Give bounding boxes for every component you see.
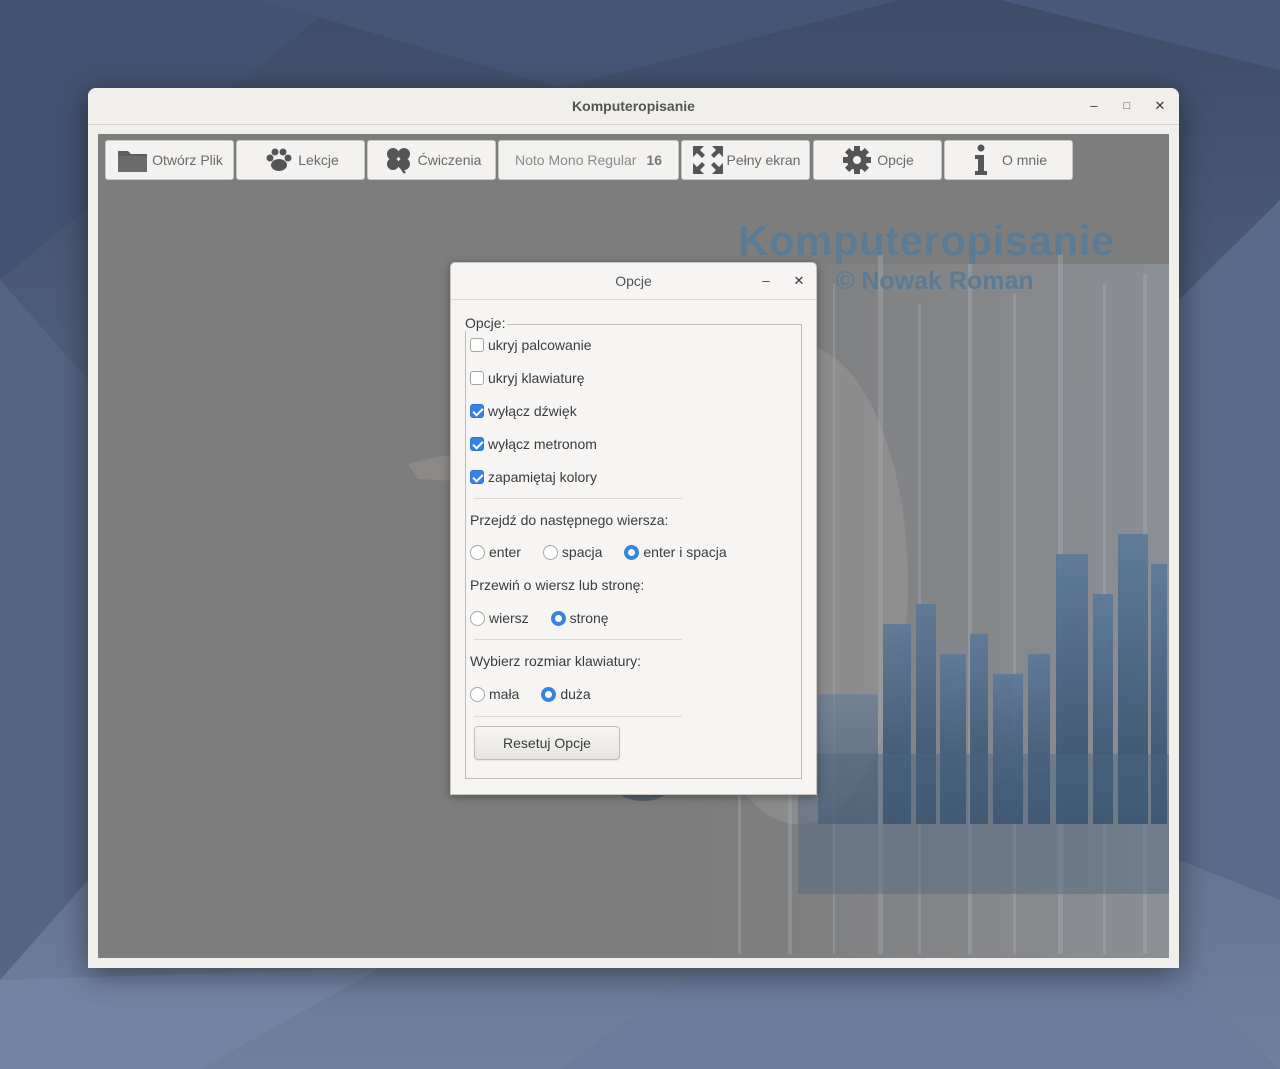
checkbox-hide-keyboard[interactable]: ukryj klawiaturę xyxy=(470,370,584,386)
separator xyxy=(474,498,682,499)
info-icon xyxy=(970,143,990,177)
paw-icon xyxy=(262,146,296,174)
radio-label: enter xyxy=(489,544,521,560)
separator xyxy=(474,639,682,640)
radio-label: enter i spacja xyxy=(643,544,727,560)
radio-button[interactable] xyxy=(541,686,557,702)
fullscreen-label: Pełny ekran xyxy=(726,152,801,168)
open-file-label: Otwórz Plik xyxy=(152,152,223,168)
brand-author: © Nowak Roman xyxy=(836,267,1034,295)
lessons-button[interactable]: Lekcje xyxy=(236,140,365,180)
options-group-label: Opcje: xyxy=(465,315,508,331)
options-group: ukryj palcowanie ukryj klawiaturę wyłącz… xyxy=(465,324,802,779)
checkbox-disable-metronome[interactable]: wyłącz metronom xyxy=(470,436,597,452)
radio-enter[interactable]: enter xyxy=(470,544,521,560)
radio-space[interactable]: spacja xyxy=(542,544,603,560)
exercises-label: Ćwiczenia xyxy=(417,152,482,168)
window-titlebar[interactable]: Komputeropisanie – □ ✕ xyxy=(88,88,1179,125)
keyboard-size-radio-group: mała duża xyxy=(470,686,609,702)
radio-label: spacja xyxy=(561,544,603,560)
fullscreen-icon xyxy=(691,144,725,176)
about-label: O mnie xyxy=(1001,152,1048,168)
folder-icon xyxy=(116,146,150,174)
next-line-radio-group: enter spacja enter i spacja xyxy=(470,544,745,560)
checkbox[interactable] xyxy=(470,404,484,418)
radio-button[interactable] xyxy=(470,544,485,560)
checkbox-remember-colors[interactable]: zapamiętaj kolory xyxy=(470,469,597,485)
radio-enter-and-space[interactable]: enter i spacja xyxy=(624,544,727,560)
dialog-close-button[interactable]: ✕ xyxy=(790,272,808,290)
gear-icon xyxy=(841,145,875,175)
radio-button[interactable] xyxy=(550,610,566,626)
font-size: 16 xyxy=(646,152,662,168)
font-name: Noto Mono Regular xyxy=(515,152,637,168)
separator xyxy=(474,716,682,717)
open-file-button[interactable]: Otwórz Plik xyxy=(105,140,234,180)
maximize-button[interactable]: □ xyxy=(1118,97,1136,115)
checkbox[interactable] xyxy=(470,371,484,385)
next-line-label: Przejdź do następnego wiersza: xyxy=(470,512,669,528)
radio-line[interactable]: wiersz xyxy=(470,610,529,626)
close-button[interactable]: ✕ xyxy=(1151,97,1169,115)
options-button[interactable]: Opcje xyxy=(813,140,942,180)
clover-icon xyxy=(382,145,416,175)
lessons-label: Lekcje xyxy=(298,152,339,168)
options-dialog: Opcje – ✕ ukryj palcowanie ukryj klawiat… xyxy=(450,262,817,795)
exercises-button[interactable]: Ćwiczenia xyxy=(367,140,496,180)
checkbox[interactable] xyxy=(470,470,484,484)
dialog-titlebar[interactable]: Opcje – ✕ xyxy=(451,263,816,300)
radio-label: wiersz xyxy=(489,610,529,626)
radio-button[interactable] xyxy=(470,610,485,626)
checkbox-label: ukryj palcowanie xyxy=(488,337,592,353)
radio-label: mała xyxy=(489,686,520,702)
radio-label: duża xyxy=(560,686,591,702)
scroll-radio-group: wiersz stronę xyxy=(470,610,627,626)
brand-title: Komputeropisanie xyxy=(738,217,1115,264)
font-chooser-button[interactable]: Noto Mono Regular 16 xyxy=(498,140,679,180)
scroll-label: Przewiń o wiersz lub stronę: xyxy=(470,577,645,593)
radio-small[interactable]: mała xyxy=(470,686,519,702)
radio-page[interactable]: stronę xyxy=(550,610,609,626)
reset-options-button[interactable]: Resetuj Opcje xyxy=(474,726,620,760)
radio-button[interactable] xyxy=(624,544,640,560)
checkbox-label: wyłącz dźwięk xyxy=(488,403,577,419)
checkbox-label: ukryj klawiaturę xyxy=(488,370,585,386)
checkbox-hide-fingering[interactable]: ukryj palcowanie xyxy=(470,337,592,353)
radio-button[interactable] xyxy=(470,686,485,702)
options-label: Opcje xyxy=(877,152,914,168)
radio-button[interactable] xyxy=(542,544,558,560)
checkbox[interactable] xyxy=(470,338,484,352)
radio-label: stronę xyxy=(569,610,609,626)
keyboard-size-label: Wybierz rozmiar klawiatury: xyxy=(470,653,642,669)
checkbox-label: wyłącz metronom xyxy=(488,436,597,452)
about-button[interactable]: O mnie xyxy=(944,140,1073,180)
checkbox-disable-sound[interactable]: wyłącz dźwięk xyxy=(470,403,577,419)
minimize-button[interactable]: – xyxy=(1085,97,1103,115)
dialog-minimize-button[interactable]: – xyxy=(757,272,775,290)
fullscreen-button[interactable]: Pełny ekran xyxy=(681,140,810,180)
checkbox-label: zapamiętaj kolory xyxy=(488,469,597,485)
radio-large[interactable]: duża xyxy=(541,686,591,702)
window-title: Komputeropisanie xyxy=(572,98,695,114)
checkbox[interactable] xyxy=(470,437,484,451)
